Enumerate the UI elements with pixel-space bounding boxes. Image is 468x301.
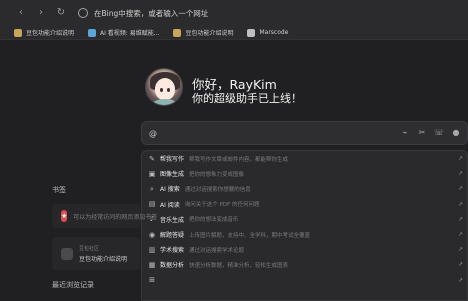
- list-item[interactable]: ▤ AI 阅读 询问关于这个 PDF 的任何问题 ↗: [142, 197, 467, 212]
- item-desc: 帮我写作文章或邮件内容，都能帮你生成: [189, 156, 289, 163]
- greeting-subtitle: 你的超级助手已上线！: [192, 92, 302, 105]
- list-item[interactable]: ⊞ ↗: [142, 273, 467, 288]
- book-icon: ▥: [148, 245, 156, 254]
- phone-icon[interactable]: ☏: [434, 128, 444, 138]
- browser-window: ‹ › ↻ 在Bing中搜索，或者输入一个网址 豆包功能介绍说明 AI 看视频:…: [0, 0, 468, 301]
- chat-input[interactable]: @ ⌁ ✂ ☏ ●: [141, 121, 468, 145]
- bookmark-label: AI 看视频: 易维赋能...: [100, 30, 160, 37]
- address-bar: ‹ › ↻ 在Bing中搜索，或者输入一个网址: [0, 0, 468, 26]
- list-item[interactable]: ▥ 学术搜索 通过对话搜索学术论题 ↗: [142, 242, 467, 257]
- chat-icon: [61, 247, 73, 260]
- item-desc: 上传图片解题，支持中、全学科，期中考试全覆盖: [189, 232, 311, 239]
- bookmarks-section-title: 书签: [52, 186, 66, 194]
- doc-icon: ▤: [148, 200, 156, 209]
- list-item[interactable]: ▣ 图像生成 把你的想象力变成图像 ↗: [142, 166, 467, 181]
- item-desc: 通过对话搜索你想要的信息: [184, 186, 251, 193]
- item-desc: 快速分析数据，精准分析，轻松生成图表: [189, 262, 289, 269]
- item-title: 音乐生成: [160, 216, 185, 224]
- arrow-icon: ↗: [457, 200, 463, 208]
- bookmark-card[interactable]: 豆包社区 豆包功能介绍说明: [52, 237, 140, 270]
- arrow-icon: ↗: [457, 261, 463, 269]
- pen-icon: ✎: [149, 154, 155, 163]
- card-subtitle: 豆包社区: [79, 245, 100, 252]
- search-icon: ⌕: [150, 184, 154, 193]
- bookmark-hint-card[interactable]: ★ 可以为经常访问的网页添加书签: [52, 204, 157, 228]
- input-tools: ⌁ ✂ ☏ ●: [393, 128, 461, 138]
- avatar-eye: [167, 88, 170, 92]
- arrow-icon: ↗: [457, 185, 463, 193]
- item-title: AI 搜索: [160, 186, 180, 194]
- item-title: 帮我写作: [160, 156, 185, 164]
- back-icon[interactable]: ‹: [14, 6, 28, 20]
- video-icon: [88, 28, 97, 37]
- image-icon: ▣: [148, 169, 156, 178]
- bookmark-label: 豆包功能介绍说明: [26, 30, 75, 37]
- card-title: 豆包功能介绍说明: [79, 255, 128, 263]
- bookmark-item[interactable]: Marscode: [247, 28, 289, 37]
- list-item[interactable]: ◉ 解题答疑 上传图片解题，支持中、全学科，期中考试全覆盖 ↗: [142, 227, 467, 242]
- bookmark-label: 豆包功能介绍说明: [185, 30, 234, 37]
- arrow-icon: ↗: [457, 230, 463, 238]
- scissors-icon[interactable]: ✂: [417, 128, 427, 138]
- item-title: AI 阅读: [160, 201, 180, 209]
- bookmark-item[interactable]: 豆包功能介绍说明: [173, 28, 233, 37]
- folder-icon: [173, 28, 182, 37]
- bookmark-label: Marscode: [259, 29, 289, 36]
- attach-icon[interactable]: ⌁: [400, 128, 410, 138]
- bookmark-bar: 豆包功能介绍说明 AI 看视频: 易维赋能... 豆包功能介绍说明 Marsco…: [0, 26, 468, 40]
- item-desc: 通过对话搜索学术论题: [189, 247, 245, 254]
- item-desc: 把你的想法变成音乐: [189, 217, 239, 224]
- bing-search-icon: [78, 8, 88, 18]
- forward-icon[interactable]: ›: [34, 6, 48, 20]
- arrow-icon: ↗: [457, 170, 463, 178]
- gear-icon: [247, 28, 256, 37]
- item-title: 数据分析: [160, 262, 185, 270]
- avatar-eye: [160, 88, 163, 92]
- item-desc: 把你的想象力变成图像: [189, 171, 245, 178]
- folder-icon: [14, 28, 22, 37]
- arrow-icon: ↗: [457, 246, 463, 254]
- item-title: 图像生成: [160, 171, 185, 179]
- at-mention-icon[interactable]: @: [149, 129, 157, 138]
- list-item[interactable]: ⌕ AI 搜索 通过对话搜索你想要的信息 ↗: [142, 181, 467, 196]
- table-icon: ▦: [148, 260, 156, 269]
- assistant-avatar: [145, 68, 183, 106]
- avatar-body: [152, 99, 178, 105]
- avatar-face: [155, 78, 175, 100]
- skill-dropdown: ✎ 帮我写作 帮我写作文章或邮件内容，都能帮你生成 ↗ ▣ 图像生成 把你的想象…: [141, 150, 468, 301]
- list-item[interactable]: ▦ 数据分析 快速分析数据，精准分析，轻松生成图表 ↗: [142, 257, 467, 272]
- grid-icon: ⊞: [149, 276, 155, 285]
- item-desc: 询问关于这个 PDF 的任何问题: [184, 202, 260, 209]
- arrow-icon: ↗: [457, 155, 463, 162]
- bookmark-item[interactable]: 豆包功能介绍说明: [14, 28, 74, 37]
- list-item[interactable]: ✎ 帮我写作 帮我写作文章或邮件内容，都能帮你生成 ↗: [142, 151, 467, 166]
- list-item[interactable]: ♪ 音乐生成 把你的想法变成音乐 ↗: [142, 212, 467, 227]
- item-title: 解题答疑: [160, 232, 185, 240]
- bookmark-item[interactable]: AI 看视频: 易维赋能...: [88, 28, 159, 37]
- hint-text: 可以为经常访问的网页添加书签: [73, 213, 158, 221]
- camera-icon: ◉: [148, 230, 156, 239]
- refresh-icon[interactable]: ↻: [54, 6, 68, 20]
- star-icon: ★: [61, 210, 68, 222]
- arrow-icon: ↗: [457, 276, 463, 284]
- item-title: 学术搜索: [160, 247, 185, 255]
- arrow-icon: ↗: [457, 215, 463, 223]
- microphone-icon[interactable]: ●: [451, 128, 461, 138]
- address-input[interactable]: 在Bing中搜索，或者输入一个网址: [94, 8, 208, 19]
- recent-section-title: 最近浏览记录: [52, 281, 94, 289]
